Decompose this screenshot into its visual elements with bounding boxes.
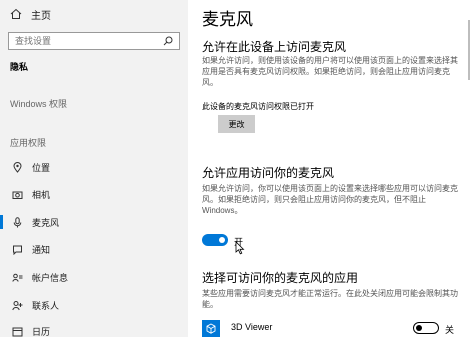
3d-viewer-toggle[interactable] <box>413 322 439 334</box>
notification-icon <box>13 245 22 255</box>
app-access-heading: 允许应用访问你的麦克风 <box>202 166 335 180</box>
app-row-3d-viewer: 3D Viewer 关 <box>202 319 464 337</box>
sidebar-item-location[interactable]: 位置 <box>0 156 188 178</box>
app-access-toggle[interactable] <box>202 234 228 246</box>
home-nav[interactable]: 主页 <box>10 6 51 22</box>
home-label: 主页 <box>31 10 51 22</box>
group-windows-permissions: Windows 权限 <box>10 99 68 109</box>
sidebar-item-calendar[interactable]: 日历 <box>0 320 188 337</box>
main-content: 麦克风 允许在此设备上访问麦克风 如果允许访问，则使用该设备的用户将可以使用该页… <box>188 0 472 337</box>
sidebar-item-contacts[interactable]: 联系人 <box>0 294 188 316</box>
toggle-knob <box>219 237 225 243</box>
sidebar-item-label: 位置 <box>32 162 51 173</box>
sidebar-item-label: 帐户信息 <box>32 272 69 283</box>
sidebar-item-label: 联系人 <box>32 300 60 311</box>
search-box[interactable] <box>8 32 180 50</box>
contacts-icon <box>12 300 23 310</box>
search-input[interactable] <box>15 36 163 46</box>
sidebar-item-camera[interactable]: 相机 <box>0 183 188 205</box>
account-info-icon <box>12 273 23 282</box>
device-access-status: 此设备的麦克风访问权限已打开 <box>202 102 314 111</box>
sidebar-item-label: 通知 <box>32 244 51 255</box>
camera-icon <box>12 191 23 199</box>
sidebar-item-label: 麦克风 <box>32 217 60 228</box>
sidebar-item-microphone[interactable]: 麦克风 <box>0 211 188 233</box>
sidebar-item-account-info[interactable]: 帐户信息 <box>0 266 188 288</box>
change-button[interactable]: 更改 <box>218 115 255 133</box>
calendar-icon <box>12 327 23 336</box>
device-access-description: 如果允许访问，则使用该设备的用户将可以使用该页面上的设置来选择其应用是否具有麦克… <box>202 56 458 87</box>
toggle-knob <box>416 325 422 331</box>
app-name: 3D Viewer <box>231 322 273 332</box>
sidebar: 主页 隐私 Windows 权限 应用权限 位置 相机 麦克风 <box>0 0 188 337</box>
sidebar-item-label: 相机 <box>32 189 51 200</box>
choose-apps-heading: 选择可访问你的麦克风的应用 <box>202 271 359 285</box>
scrollbar[interactable] <box>468 20 470 80</box>
3d-viewer-toggle-label: 关 <box>445 325 455 335</box>
microphone-icon <box>13 216 22 227</box>
app-access-description: 如果允许访问，你可以使用该页面上的设置来选择哪些应用可以访问麦克风。如果拒绝访问… <box>202 184 458 215</box>
location-icon <box>13 161 22 173</box>
sidebar-item-label: 日历 <box>32 326 51 337</box>
device-access-heading: 允许在此设备上访问麦克风 <box>202 40 347 54</box>
choose-apps-description: 某些应用需要访问麦克风才能正常运行。在此处关闭应用可能会限制其功能。 <box>202 289 458 309</box>
mouse-cursor-icon <box>235 241 245 255</box>
3d-viewer-icon <box>202 320 220 337</box>
section-title: 隐私 <box>10 62 29 72</box>
group-app-permissions: 应用权限 <box>10 138 47 148</box>
home-icon <box>10 8 22 19</box>
search-icon[interactable] <box>163 36 173 46</box>
sidebar-item-notifications[interactable]: 通知 <box>0 238 188 260</box>
page-title: 麦克风 <box>202 10 253 29</box>
